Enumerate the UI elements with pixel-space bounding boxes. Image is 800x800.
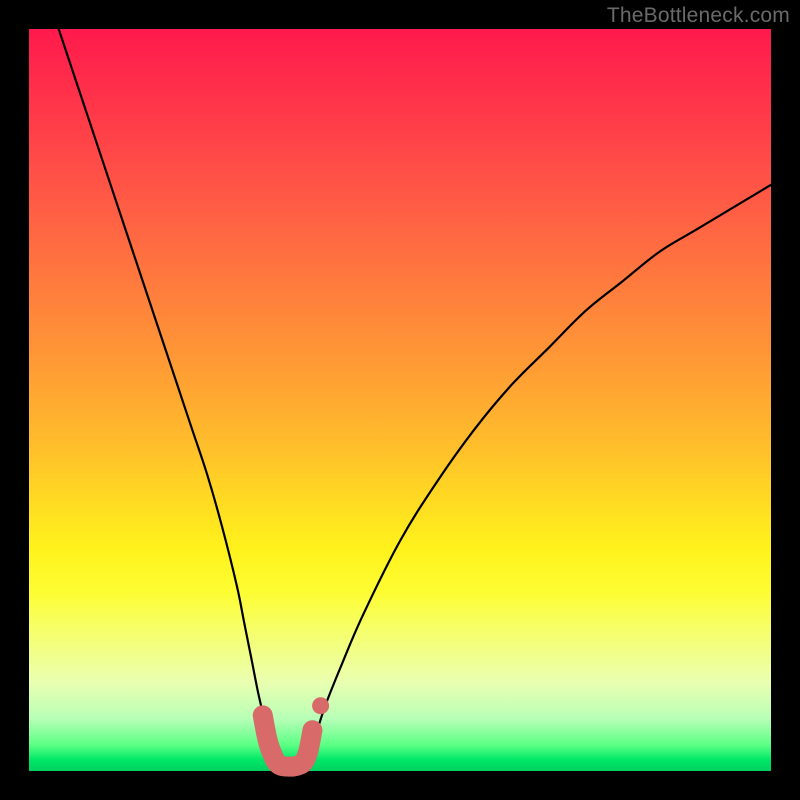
chart-frame: TheBottleneck.com bbox=[0, 0, 800, 800]
bottleneck-curve bbox=[59, 29, 771, 768]
chart-svg bbox=[29, 29, 771, 771]
optimal-end-dot bbox=[312, 697, 329, 714]
watermark-text: TheBottleneck.com bbox=[607, 4, 790, 28]
plot-area bbox=[29, 29, 771, 771]
optimal-band bbox=[263, 715, 313, 766]
